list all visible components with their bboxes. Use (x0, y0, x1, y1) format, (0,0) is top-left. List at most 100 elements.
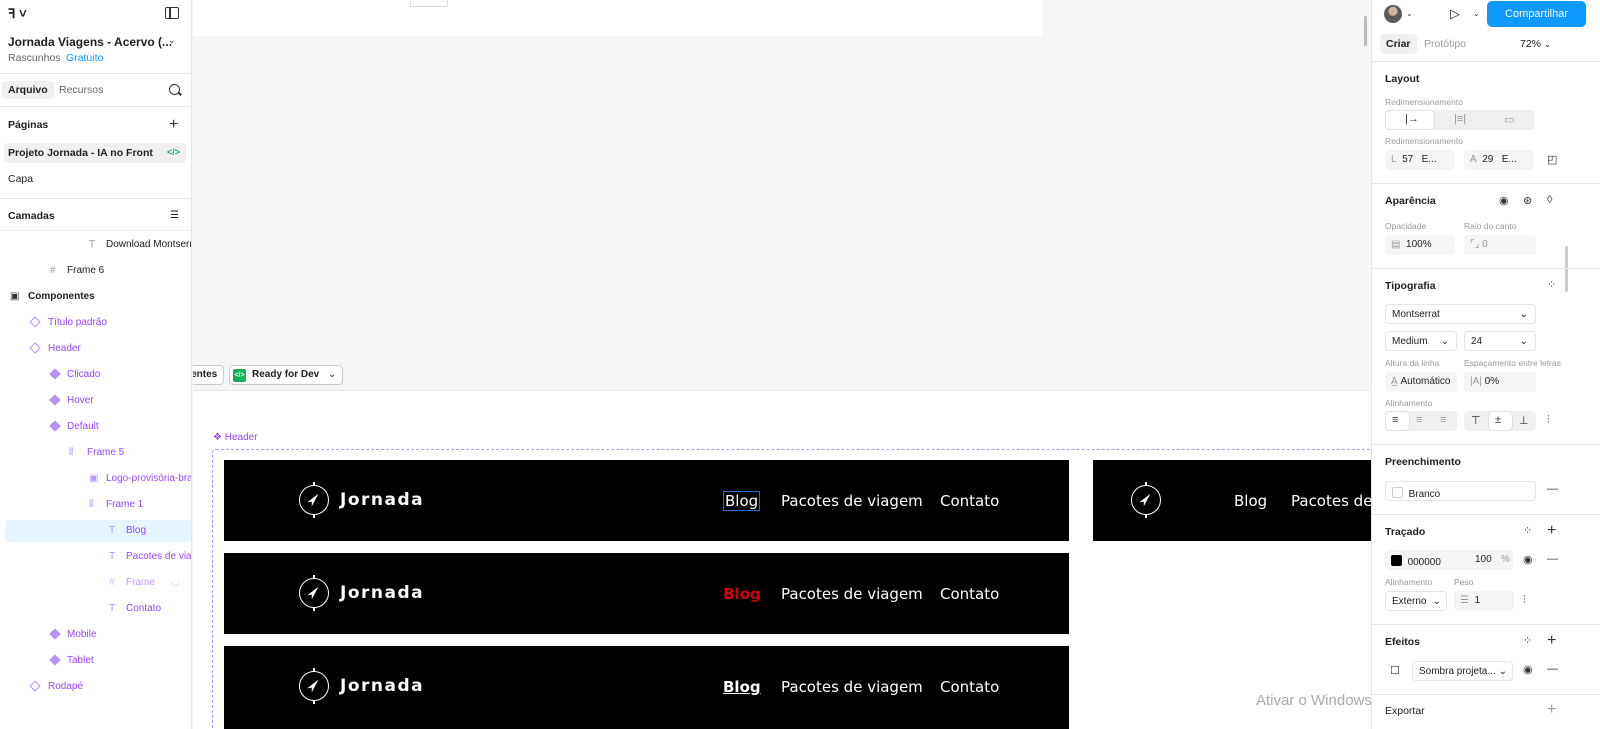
nav-packages[interactable]: Pacotes de viagem (1291, 492, 1371, 510)
chevron-down-icon[interactable]: ⌄ (1473, 9, 1480, 18)
remove-effect-icon[interactable]: — (1547, 663, 1558, 675)
nav-contact[interactable]: Contato (940, 678, 999, 696)
hidden-eye-icon[interactable]: ◡ (171, 577, 180, 588)
canvas[interactable]: nentes </> Ready for Dev ⌄ ❖ Header Jorn… (193, 0, 1371, 729)
layer-item[interactable]: # Frame 6 (0, 260, 191, 282)
layer-item[interactable]: ⫴ Frame 1 (0, 494, 191, 516)
stroke-weight-field[interactable]: ☰ 1 (1454, 591, 1514, 611)
ready-for-dev-chip[interactable]: </> Ready for Dev ⌄ (229, 365, 344, 385)
layer-item[interactable]: ▣ Logo-provisória-bra (0, 468, 191, 490)
type-settings-icon[interactable]: ⫶ (1547, 414, 1550, 427)
resize-to-fit-icon[interactable]: ◰ (1547, 153, 1557, 166)
effect-styles-icon[interactable]: ⁘ (1523, 634, 1532, 647)
font-family-select[interactable]: Montserrat ⌄ (1385, 304, 1536, 324)
remove-fill-icon[interactable]: — (1547, 483, 1558, 495)
nav-blog[interactable]: Blog (1234, 492, 1267, 510)
text-styles-icon[interactable]: ⁘ (1547, 278, 1556, 291)
stroke-color-field[interactable]: 000000 100% (1385, 550, 1513, 570)
add-effect-icon[interactable]: + (1547, 633, 1556, 649)
figma-menu-icon[interactable]: ꟻ ˅ (8, 6, 34, 22)
zoom-level[interactable]: 72% ⌄ (1520, 38, 1551, 50)
eye-icon[interactable]: ◉ (1523, 553, 1533, 566)
nav-blog[interactable]: Blog (723, 585, 761, 603)
layer-item[interactable]: Título padrão (0, 312, 191, 334)
blend-mode-icon[interactable]: ⊛ (1523, 194, 1532, 207)
layer-item[interactable]: T Pacotes de viag (0, 546, 191, 568)
present-play-icon[interactable]: ▷ (1450, 6, 1460, 22)
drop-icon[interactable]: ◊ (1547, 194, 1552, 206)
nav-contact[interactable]: Contato (940, 492, 999, 510)
tab-prototipo[interactable]: Protótipo (1424, 38, 1466, 50)
drafts-link[interactable]: Rascunhos (8, 52, 61, 64)
add-export-icon[interactable]: + (1547, 702, 1556, 718)
effect-type-select[interactable]: Sombra projeta... ⌄ (1412, 661, 1513, 681)
radius-field[interactable]: ⌜⌟ 0 (1464, 235, 1536, 255)
page-item-projeto[interactable]: Projeto Jornada - IA no Front </> (4, 143, 186, 163)
eye-icon[interactable]: ◉ (1523, 663, 1533, 676)
height-field[interactable]: A 29 E... (1464, 150, 1534, 170)
fill-icon[interactable]: ▭ (1504, 113, 1514, 126)
opacity-field[interactable]: ▤ 100% (1385, 235, 1455, 255)
sidebar-toggle-icon[interactable] (165, 7, 179, 19)
line-height-field[interactable]: A̲ Automático (1385, 372, 1457, 392)
chevron-down-icon[interactable]: ⌄ (168, 35, 176, 46)
fill-value-field[interactable]: Branco (1385, 481, 1536, 501)
file-title[interactable]: Jornada Viagens - Acervo (... (8, 35, 172, 49)
stroke-align-select[interactable]: Externo ⌄ (1385, 591, 1447, 611)
align-right-icon[interactable]: ≡ (1440, 414, 1446, 426)
header-variant-tablet[interactable]: Blog Pacotes de viagem (1093, 460, 1371, 541)
layer-item[interactable]: Tablet (0, 650, 191, 672)
canvas-scrollbar[interactable] (1364, 16, 1367, 46)
nav-blog[interactable]: Blog (722, 491, 761, 511)
remove-stroke-icon[interactable]: — (1547, 553, 1558, 565)
layer-item[interactable]: T Contato (0, 598, 191, 620)
page-item-capa[interactable]: Capa (4, 169, 186, 189)
search-icon[interactable] (169, 84, 180, 95)
align-bottom-icon[interactable]: ⊥ (1519, 414, 1529, 427)
layer-item[interactable]: Hover (0, 390, 191, 412)
section-chip[interactable]: nentes (193, 365, 225, 385)
layers-options-icon[interactable]: ☰ (170, 210, 179, 221)
tab-criar[interactable]: Criar (1380, 34, 1417, 54)
header-variant-clicado[interactable]: Jornada Blog Pacotes de viagem Contato (224, 460, 1069, 541)
layer-item[interactable]: Clicado (0, 364, 191, 386)
nav-contact[interactable]: Contato (940, 585, 999, 603)
font-weight-select[interactable]: Medium ⌄ (1385, 331, 1457, 351)
layer-item[interactable]: Default (0, 416, 191, 438)
width-field[interactable]: L 57 E... (1385, 150, 1455, 170)
layer-item[interactable]: Mobile (0, 624, 191, 646)
add-page-icon[interactable]: + (169, 117, 178, 133)
add-stroke-icon[interactable]: + (1547, 523, 1556, 539)
tab-recursos[interactable]: Recursos (59, 84, 103, 96)
align-top-icon[interactable]: ⊤ (1471, 414, 1481, 427)
hug-icon[interactable]: |≡| (1454, 113, 1466, 125)
stroke-settings-icon[interactable]: ⫶ (1523, 594, 1526, 607)
header-variant-default[interactable]: Jornada Blog Pacotes de viagem Contato (224, 646, 1069, 729)
layer-item[interactable]: # Frame ◡ (0, 572, 191, 594)
layer-item[interactable]: T Download Montserr (0, 234, 191, 256)
layer-item[interactable]: Header (0, 338, 191, 360)
share-button[interactable]: Compartilhar (1487, 1, 1586, 27)
component-label[interactable]: ❖ Header (213, 432, 258, 443)
header-variant-hover[interactable]: Jornada Blog Pacotes de viagem Contato (224, 553, 1069, 634)
chevron-down-icon[interactable]: ⌄ (1406, 9, 1413, 18)
stroke-styles-icon[interactable]: ⁘ (1523, 524, 1532, 537)
nav-packages[interactable]: Pacotes de viagem (781, 585, 923, 603)
eye-icon[interactable]: ◉ (1499, 194, 1509, 207)
letter-spacing-field[interactable]: |A| 0% (1464, 372, 1536, 392)
layer-item[interactable]: Rodapé (0, 676, 191, 698)
nav-packages[interactable]: Pacotes de viagem (781, 492, 923, 510)
effect-settings-icon[interactable]: ☐ (1390, 664, 1400, 677)
font-size-select[interactable]: 24 ⌄ (1464, 331, 1536, 351)
export-title[interactable]: Exportar (1385, 705, 1425, 717)
nav-blog[interactable]: Blog (723, 678, 761, 696)
nav-packages[interactable]: Pacotes de viagem (781, 678, 923, 696)
user-avatar[interactable] (1384, 5, 1402, 23)
tab-arquivo[interactable]: Arquivo (2, 81, 54, 99)
layer-item[interactable]: ⫴ Frame 5 (0, 442, 191, 464)
layer-item[interactable]: ▣ Componentes (0, 286, 191, 308)
top-frame[interactable] (193, 0, 1043, 36)
align-center-icon[interactable]: ≡ (1416, 414, 1422, 426)
plan-badge[interactable]: Gratuito (66, 52, 103, 64)
layer-item-selected[interactable]: T Blog (5, 520, 191, 542)
